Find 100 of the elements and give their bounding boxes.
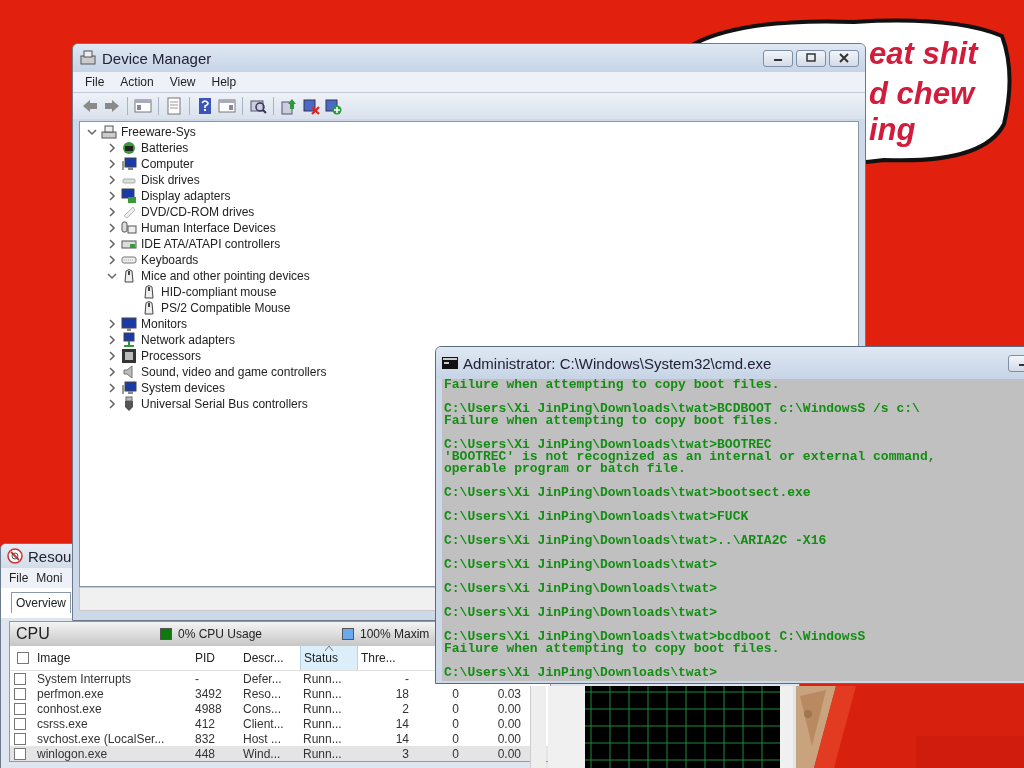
- column-header[interactable]: Thre...: [358, 646, 415, 670]
- console-line: Failure when attempting to copy boot files.: [444, 643, 781, 655]
- console-line: C:\Users\Xi JinPing\Downloads\twat>: [444, 607, 719, 619]
- back-arrow-icon[interactable]: [81, 97, 99, 115]
- minimize-button[interactable]: [763, 49, 793, 67]
- console-line: C:\Users\Xi JinPing\Downloads\twat>: [444, 583, 719, 595]
- column-header[interactable]: PID: [192, 646, 240, 670]
- table-cell-text: csrss.exe: [36, 716, 89, 731]
- console-line: C:\Users\Xi JinPing\Downloads\twat>BCDBOOT c:\WindowsS /s c:\: [444, 403, 921, 415]
- tree-item[interactable]: System devices: [140, 381, 227, 395]
- table-cell-text: Wind...: [242, 746, 282, 761]
- table-cell-text: 0: [451, 716, 460, 731]
- column-header[interactable]: Descr...: [240, 646, 300, 670]
- table-cell-text: 3: [401, 746, 410, 761]
- table-cell-text: 2: [401, 701, 410, 716]
- checkbox[interactable]: [14, 702, 26, 715]
- menu-item[interactable]: View: [161, 75, 204, 89]
- table-cell-text: -: [194, 671, 200, 686]
- update-icon[interactable]: [280, 97, 298, 115]
- menu-item[interactable]: File: [77, 75, 113, 89]
- menu-item[interactable]: Moni: [32, 571, 67, 585]
- tree-item[interactable]: Freeware-Sys: [120, 125, 197, 139]
- tab[interactable]: Overview: [11, 592, 71, 613]
- checkbox[interactable]: [17, 652, 29, 664]
- chip-icon: [121, 348, 137, 364]
- tree-item[interactable]: IDE ATA/ATAPI controllers: [140, 237, 282, 251]
- computer-icon: [79, 50, 97, 66]
- checkbox[interactable]: [14, 687, 26, 700]
- tree-item[interactable]: Human Interface Devices: [140, 221, 277, 235]
- table-cell-text: Defer...: [242, 671, 283, 686]
- tree-item[interactable]: DVD/CD-ROM drives: [140, 205, 256, 219]
- tree-item[interactable]: Batteries: [140, 141, 190, 155]
- checkbox[interactable]: [14, 747, 26, 760]
- input-device-icon: [121, 220, 137, 236]
- tree-item[interactable]: Computer: [140, 157, 195, 171]
- network-icon: [121, 332, 137, 348]
- table-cell-text: 18: [394, 686, 410, 701]
- scrollbar[interactable]: [530, 686, 546, 768]
- selected-row[interactable]: winlogon.exe 448 Wind... Runn... 3 0 0.00: [10, 746, 550, 761]
- checkbox[interactable]: [14, 717, 26, 730]
- console-line: C:\Users\Xi JinPing\Downloads\twat>FUCK: [444, 511, 750, 523]
- legend-label: 100% Maxim: [360, 627, 430, 641]
- column-header[interactable]: Image: [34, 646, 192, 670]
- tree-item[interactable]: Mice and other pointing devices: [140, 269, 311, 283]
- no-entry-icon: [7, 548, 23, 564]
- checkbox[interactable]: [14, 672, 26, 685]
- tree-item[interactable]: Network adapters: [140, 333, 237, 347]
- remove-icon[interactable]: [302, 97, 320, 115]
- table-cell-text: winlogon.exe: [36, 746, 109, 761]
- column-header[interactable]: Status: [300, 646, 358, 670]
- tree-item[interactable]: HID-compliant mouse: [160, 285, 278, 299]
- table-cell-text: conhost.exe: [36, 701, 103, 716]
- console-line: Failure when attempting to copy boot files.: [444, 379, 781, 391]
- table-cell-text: 0.00: [496, 731, 522, 746]
- mouse-icon: [141, 284, 157, 300]
- panel-icon[interactable]: [134, 97, 152, 115]
- table-cell-text: 448: [194, 746, 217, 761]
- console-icon: [442, 357, 458, 369]
- scan-icon[interactable]: [249, 97, 267, 115]
- bubble-text: eat shit: [869, 36, 978, 72]
- tree-item[interactable]: Sound, video and game controllers: [140, 365, 328, 379]
- table-cell-text: 0.00: [496, 716, 522, 731]
- menu-item[interactable]: File: [5, 571, 33, 585]
- console-line: 'BOOTREC' is not recognized as an internal or external command,: [444, 451, 937, 463]
- table-cell-text: Runn...: [302, 746, 343, 761]
- close-button[interactable]: [829, 49, 859, 67]
- table-cell-text: 14: [394, 716, 410, 731]
- table-cell-text: 0: [451, 746, 460, 761]
- table-cell-text: 0.00: [496, 746, 522, 761]
- tree-item[interactable]: Disk drives: [140, 173, 201, 187]
- forward-arrow-icon[interactable]: [103, 97, 121, 115]
- table-cell-text: 0: [451, 686, 460, 701]
- console-line: C:\Users\Xi JinPing\Downloads\twat>..\ARIA2C -X16: [444, 535, 828, 547]
- tree-item[interactable]: Display adapters: [140, 189, 232, 203]
- table-cell-text: Runn...: [302, 701, 343, 716]
- panel-title: CPU: [16, 625, 51, 643]
- monitor-icon: [121, 156, 137, 172]
- bubble-text: d chew: [869, 76, 975, 112]
- menu-item[interactable]: Help: [203, 75, 245, 89]
- menu-item[interactable]: Action: [112, 75, 162, 89]
- panel-icon[interactable]: [218, 97, 236, 115]
- table-cell-text: System Interrupts: [36, 671, 133, 686]
- table-cell-text: Runn...: [302, 671, 343, 686]
- checkbox[interactable]: [14, 732, 26, 745]
- console-line: C:\Users\Xi JinPing\Downloads\twat>bcdboot C:\WindowsS: [444, 631, 867, 643]
- tree-item[interactable]: Processors: [140, 349, 203, 363]
- table-cell-text: Host ...: [242, 731, 282, 746]
- table-cell-text: 4988: [194, 701, 223, 716]
- console-line: C:\Users\Xi JinPing\Downloads\twat>: [444, 559, 719, 571]
- add-icon[interactable]: [324, 97, 342, 115]
- table-cell-text: Runn...: [302, 731, 343, 746]
- maximize-button[interactable]: [796, 49, 826, 67]
- tree-item[interactable]: Keyboards: [140, 253, 200, 267]
- display-adapter-icon: [121, 188, 137, 204]
- tree-item[interactable]: PS/2 Compatible Mouse: [160, 301, 292, 315]
- table-cell-text: perfmon.exe: [36, 686, 105, 701]
- tree-item[interactable]: Monitors: [140, 317, 188, 331]
- tree-item[interactable]: Universal Serial Bus controllers: [140, 397, 309, 411]
- help-icon[interactable]: [196, 97, 214, 115]
- table-cell-text: 14: [394, 731, 410, 746]
